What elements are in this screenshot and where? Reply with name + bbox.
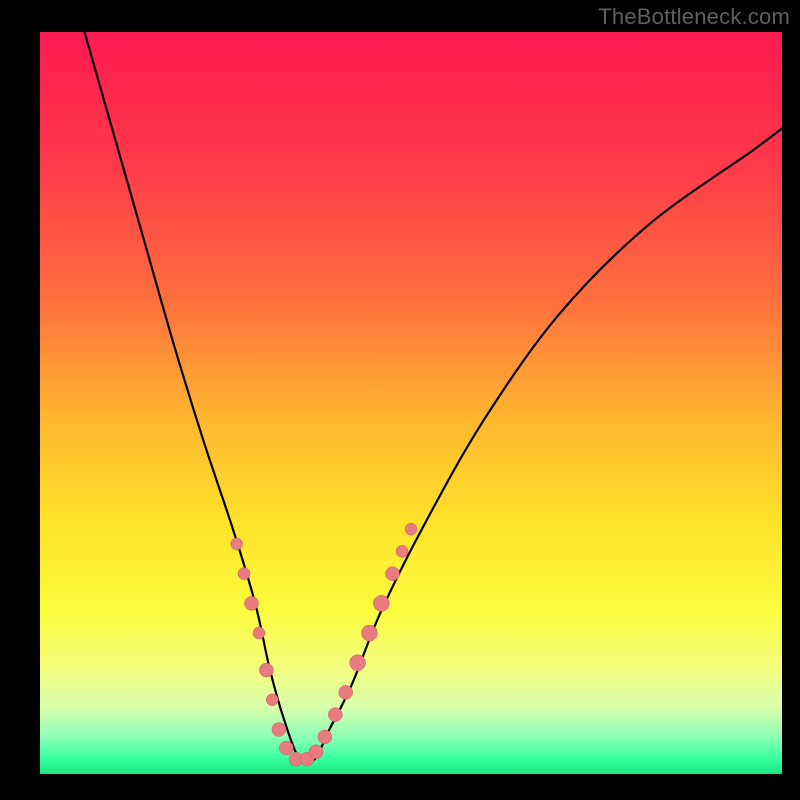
sample-dot <box>405 523 417 535</box>
sample-dot <box>328 708 342 722</box>
watermark-text: TheBottleneck.com <box>598 4 790 30</box>
sample-dot <box>361 625 377 641</box>
sample-dot <box>339 685 353 699</box>
sample-dot <box>350 655 366 671</box>
sample-dots-layer <box>40 32 782 774</box>
sample-dot <box>253 627 265 639</box>
sample-dot <box>396 545 408 557</box>
sample-dot <box>259 663 273 677</box>
sample-dot <box>318 730 332 744</box>
sample-dot <box>266 694 278 706</box>
sample-dot <box>309 745 323 759</box>
sample-dot <box>385 567 399 581</box>
chart-frame: TheBottleneck.com <box>0 0 800 800</box>
plot-area <box>40 32 782 774</box>
sample-dot <box>272 722 286 736</box>
sample-dot <box>279 741 293 755</box>
sample-dot <box>238 568 250 580</box>
sample-dot <box>373 595 389 611</box>
sample-dot <box>231 538 243 550</box>
sample-dot <box>244 596 258 610</box>
